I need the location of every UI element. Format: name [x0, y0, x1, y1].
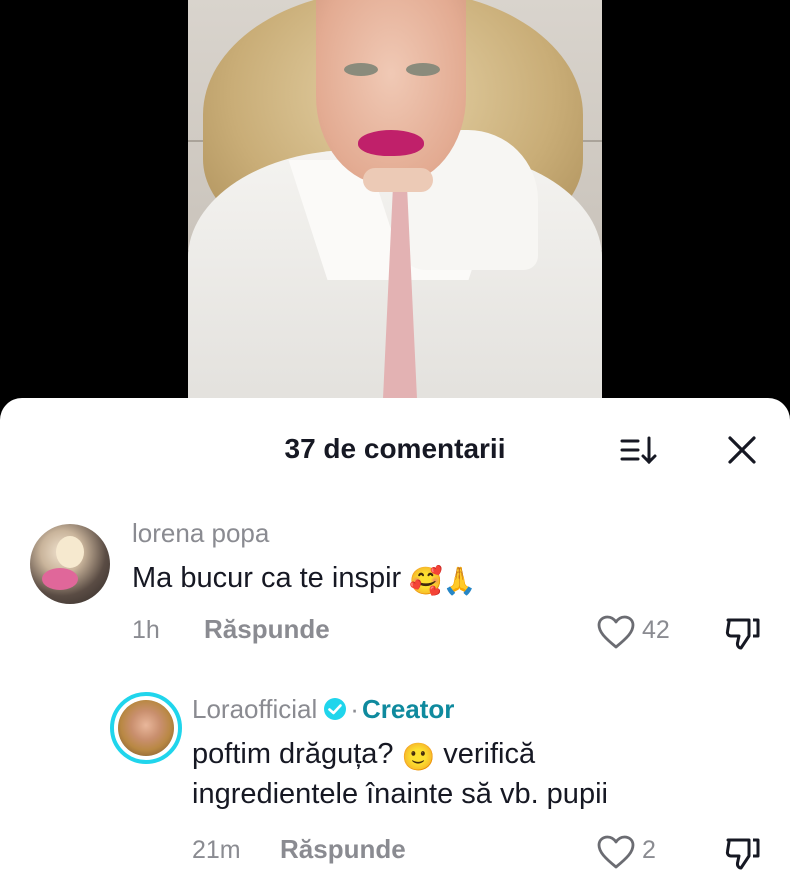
heart-icon	[597, 835, 635, 869]
sort-icon	[620, 436, 657, 465]
dislike-icon	[725, 838, 760, 870]
comment-username[interactable]: Loraofficial	[192, 694, 317, 724]
comment-text-line2: ingredientele înainte să vb. pupii	[192, 778, 608, 810]
close-icon	[728, 436, 756, 464]
sort-button[interactable]	[618, 432, 662, 468]
video-subject-face	[316, 0, 466, 185]
comments-count-title: 37 de comentarii	[284, 433, 506, 464]
video-subject-eye	[406, 63, 440, 76]
video-subject-eye	[344, 63, 378, 76]
comment-timestamp: 1h	[132, 616, 160, 644]
avatar-image	[118, 700, 174, 756]
verified-icon	[324, 698, 347, 720]
close-button[interactable]	[722, 430, 762, 470]
heart-icon	[597, 615, 635, 649]
avatar-detail	[42, 568, 78, 590]
comment-timestamp: 21m	[192, 836, 241, 864]
comment-text: Ma bucur ca te inspir 🥰🙏	[132, 558, 476, 601]
dislike-button[interactable]	[722, 832, 762, 872]
comment-item: lorena popa Ma bucur ca te inspir 🥰🙏 1h …	[0, 518, 790, 658]
avatar[interactable]	[30, 524, 110, 604]
video-subject-lips	[358, 130, 424, 156]
like-count: 42	[642, 616, 670, 644]
video-subject-hand	[363, 168, 433, 192]
comment-emojis: 🥰🙏	[409, 566, 477, 596]
comment-emoji: 🙂	[401, 742, 436, 772]
like-button[interactable]	[596, 614, 636, 650]
video-frame[interactable]	[188, 0, 602, 420]
comment-text: poftim drăguța? 🙂 verifică	[192, 734, 535, 777]
comment-text-body: poftim drăguța?	[192, 738, 394, 770]
reply-button[interactable]: Răspunde	[204, 614, 330, 645]
comments-header: 37 de comentarii	[0, 428, 790, 470]
reply-button[interactable]: Răspunde	[280, 834, 406, 865]
like-count: 2	[642, 836, 656, 864]
comment-text-body: Ma bucur ca te inspir	[132, 562, 402, 594]
avatar-detail	[56, 536, 84, 568]
comment-text-body-end: verifică	[443, 738, 536, 770]
creator-badge: Creator	[361, 694, 455, 724]
separator-dot: ·	[350, 694, 359, 724]
dislike-icon	[725, 618, 760, 650]
dislike-button[interactable]	[722, 612, 762, 652]
reply-item: Loraofficial · Creator poftim drăguța? 🙂 v…	[0, 690, 790, 876]
comment-username-row: Loraofficial · Creator	[192, 694, 454, 725]
comment-username[interactable]: lorena popa	[132, 518, 269, 549]
creator-avatar[interactable]	[110, 692, 182, 764]
like-button[interactable]	[596, 834, 636, 870]
